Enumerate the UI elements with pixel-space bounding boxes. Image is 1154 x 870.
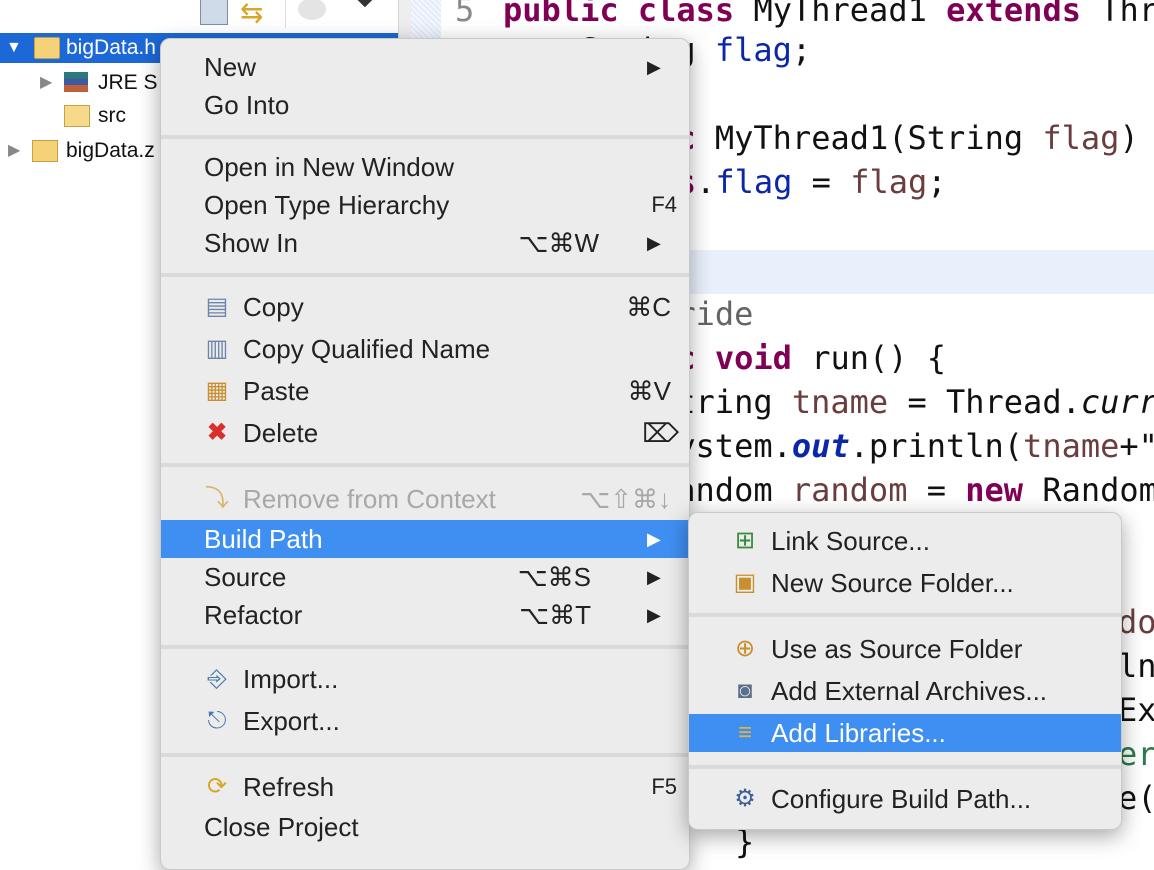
menu-item-add-libraries[interactable]: ≡ Add Libraries...: [689, 714, 1121, 752]
code-fragment: Ex: [1118, 691, 1154, 729]
submenu-arrow-icon: ▶: [647, 57, 661, 77]
menu-separator: [689, 613, 1121, 617]
menu-item-paste[interactable]: ▦ Paste ⌘V: [161, 372, 689, 410]
menu-item-copy-qualified-name[interactable]: ▥ Copy Qualified Name: [161, 330, 689, 368]
java-project-warning-icon: [32, 140, 58, 162]
code-fragment: ln: [1118, 647, 1154, 685]
menu-item-export[interactable]: ⎋ Export...: [161, 702, 689, 740]
copy-icon: ▤: [205, 293, 229, 320]
collapse-arrow-icon[interactable]: ▶: [8, 136, 20, 166]
menu-item-build-path[interactable]: Build Path ▶: [161, 520, 689, 558]
menu-item-source[interactable]: Source ⌥⌘S ▶: [161, 558, 689, 596]
remove-context-icon: ⤵: [205, 485, 229, 512]
menu-separator: [161, 273, 689, 277]
use-as-source-folder-icon: ⊕: [734, 635, 756, 662]
expand-arrow-icon[interactable]: ▼: [6, 33, 22, 63]
menu-separator: [689, 765, 1121, 769]
menu-item-refactor[interactable]: Refactor ⌥⌘T ▶: [161, 596, 689, 634]
menu-item-add-external-archives[interactable]: ◙ Add External Archives...: [689, 672, 1121, 710]
toolbar-divider: [285, 0, 286, 28]
menu-item-show-in[interactable]: Show In ⌥⌘W ▶: [161, 224, 689, 262]
menu-item-use-as-source-folder[interactable]: ⊕ Use as Source Folder: [689, 630, 1121, 668]
line-number: 5: [455, 0, 475, 29]
menu-item-refresh[interactable]: ⟳ Refresh F5: [161, 768, 689, 806]
link-source-icon: ⊞: [734, 527, 756, 554]
collapse-all-icon[interactable]: [200, 0, 228, 25]
menu-item-configure-build-path[interactable]: ⚙ Configure Build Path...: [689, 780, 1121, 818]
context-menu: New ▶ Go Into Open in New Window Open Typ…: [160, 38, 690, 870]
link-with-editor-icon[interactable]: ⇆: [240, 0, 263, 29]
menu-separator: [161, 753, 689, 757]
submenu-arrow-icon: ▶: [647, 233, 661, 253]
configure-build-path-icon: ⚙: [734, 785, 756, 812]
refresh-icon: ⟳: [206, 773, 228, 800]
menu-item-delete[interactable]: ✖ Delete ⌦: [161, 414, 689, 452]
import-icon: ⎆: [207, 665, 227, 692]
code-line: Random random = new Random: [657, 471, 1154, 509]
menu-item-remove-from-context: ⤵ Remove from Context ⌥⇧⌘↓: [205, 484, 671, 514]
menu-item-new[interactable]: New ▶: [161, 48, 689, 86]
java-project-folder-icon: [34, 37, 60, 59]
delete-icon: ✖: [206, 419, 228, 446]
new-source-folder-icon: ▣: [733, 569, 757, 596]
menu-item-import[interactable]: ⎆ Import...: [161, 660, 689, 698]
code-fragment: er: [1118, 735, 1154, 773]
menu-separator: [161, 645, 689, 649]
menu-item-link-source[interactable]: ⊞ Link Source...: [689, 522, 1121, 560]
menu-separator: [161, 135, 689, 139]
tree-item-label: JRE S: [98, 71, 158, 94]
collapse-arrow-icon[interactable]: ▶: [40, 68, 52, 98]
code-line: System.out.println(tname+": [657, 427, 1154, 465]
copy-qualified-name-icon: ▥: [205, 335, 229, 362]
code-fragment: do: [1118, 603, 1154, 641]
submenu-arrow-icon: ▶: [647, 529, 661, 549]
library-icon: ≡: [737, 719, 752, 746]
filter-icon[interactable]: [298, 0, 326, 20]
build-path-submenu: ⊞ Link Source... ▣ New Source Folder... ⊕ U…: [688, 512, 1122, 830]
tree-item-label: bigData.h: [66, 36, 156, 59]
source-folder-icon: [64, 105, 90, 127]
submenu-arrow-icon: ▶: [647, 567, 661, 587]
menu-item-go-into[interactable]: Go Into: [161, 86, 689, 124]
submenu-arrow-icon: ▶: [647, 605, 661, 625]
export-icon: ⎋: [207, 707, 227, 734]
menu-item-copy[interactable]: ▤ Copy ⌘C: [161, 288, 689, 326]
menu-item-open-type-hierarchy[interactable]: Open Type Hierarchy F4: [161, 186, 689, 224]
menu-item-open-new-window[interactable]: Open in New Window: [161, 148, 689, 186]
paste-icon: ▦: [205, 377, 229, 404]
code-line: String tname = Thread.curr: [657, 383, 1154, 421]
tree-item-label: bigData.z: [66, 139, 155, 162]
menu-item-new-source-folder[interactable]: ▣ New Source Folder...: [689, 564, 1121, 602]
jar-archive-icon: ◙: [737, 677, 753, 704]
tree-item-label: src: [98, 104, 126, 127]
menu-separator: [161, 463, 689, 467]
library-icon: [64, 72, 88, 92]
view-menu-icon[interactable]: ⏷: [356, 0, 374, 16]
menu-item-close-project[interactable]: Close Project: [161, 808, 689, 846]
code-fragment: e(: [1118, 779, 1154, 817]
